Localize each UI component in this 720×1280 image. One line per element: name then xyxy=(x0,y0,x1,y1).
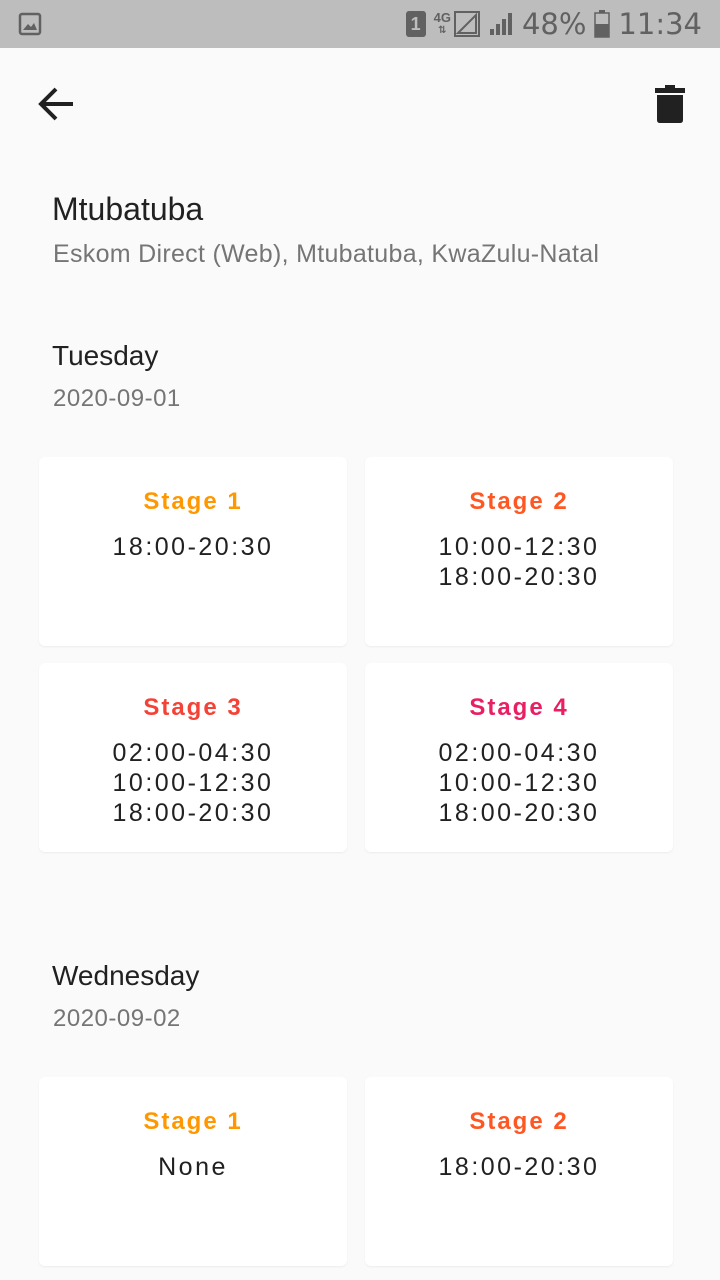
app-bar xyxy=(0,48,720,160)
stage-label: Stage 3 xyxy=(143,694,243,721)
battery-percent: 48% xyxy=(521,7,587,41)
time-slot: None xyxy=(158,1153,228,1181)
status-bar: 1 4G ⇅ 48% 11:34 xyxy=(0,0,720,48)
time-slot: 18:00-20:30 xyxy=(112,799,274,827)
stage-card: Stage 4 02:00-04:30 10:00-12:30 18:00-20… xyxy=(365,663,673,852)
time-slot: 18:00-20:30 xyxy=(438,799,600,827)
stage-card: Stage 1 None xyxy=(39,1077,347,1266)
time-slot: 02:00-04:30 xyxy=(112,739,274,767)
image-icon xyxy=(18,12,42,36)
clock: 11:34 xyxy=(618,7,702,41)
area-subtitle: Eskom Direct (Web), Mtubatuba, KwaZulu-N… xyxy=(53,240,600,268)
back-button[interactable] xyxy=(24,76,88,132)
time-slot: 10:00-12:30 xyxy=(438,533,600,561)
sim-icon: 1 xyxy=(405,11,426,37)
stage-label: Stage 4 xyxy=(469,694,569,721)
time-slot: 18:00-20:30 xyxy=(438,1153,600,1181)
status-icons: 1 4G ⇅ 48% 11:34 xyxy=(405,0,702,48)
time-list: 02:00-04:30 10:00-12:30 18:00-20:30 xyxy=(365,738,673,828)
stage-card: Stage 3 02:00-04:30 10:00-12:30 18:00-20… xyxy=(39,663,347,852)
time-slot: 18:00-20:30 xyxy=(112,533,274,561)
stage-label: Stage 1 xyxy=(143,488,243,515)
day-date: 2020-09-01 xyxy=(53,385,181,412)
time-list: 02:00-04:30 10:00-12:30 18:00-20:30 xyxy=(39,738,347,828)
time-slot: 02:00-04:30 xyxy=(438,739,600,767)
battery-icon xyxy=(594,10,611,38)
time-list: None xyxy=(39,1152,347,1182)
signal-4g-icon: 4G ⇅ xyxy=(434,11,480,37)
time-list: 10:00-12:30 18:00-20:30 xyxy=(365,532,673,592)
day-name: Tuesday xyxy=(52,340,159,371)
network-type: 4G xyxy=(433,10,451,25)
stage-label: Stage 1 xyxy=(143,1108,243,1135)
delete-button[interactable] xyxy=(638,76,702,132)
stage-label: Stage 2 xyxy=(469,1108,569,1135)
time-slot: 10:00-12:30 xyxy=(112,769,274,797)
time-list: 18:00-20:30 xyxy=(365,1152,673,1182)
day-date: 2020-09-02 xyxy=(53,1005,181,1032)
day-name: Wednesday xyxy=(52,960,200,991)
stage-label: Stage 2 xyxy=(469,488,569,515)
signal-icon xyxy=(489,13,512,35)
stage-card: Stage 1 18:00-20:30 xyxy=(39,457,347,646)
stage-card: Stage 2 10:00-12:30 18:00-20:30 xyxy=(365,457,673,646)
arrow-back-icon xyxy=(38,87,73,121)
time-list: 18:00-20:30 xyxy=(39,532,347,562)
trash-icon xyxy=(655,85,685,123)
time-slot: 18:00-20:30 xyxy=(438,563,600,591)
area-title: Mtubatuba xyxy=(52,191,204,227)
time-slot: 10:00-12:30 xyxy=(438,769,600,797)
stage-card: Stage 2 18:00-20:30 xyxy=(365,1077,673,1266)
